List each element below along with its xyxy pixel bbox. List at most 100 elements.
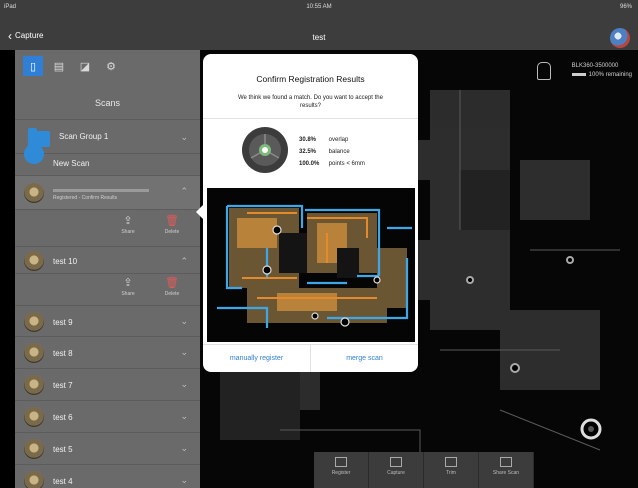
scan-row-test-6[interactable]: test 6 ⌄ [15,401,200,433]
scan-thumbnail [24,251,44,271]
chevron-up-icon: ⌃ [180,256,188,266]
stat-label: balance [328,149,350,155]
scan-row-test-4[interactable]: test 4 ⌄ [15,465,200,488]
sidebar-tabs: ▯ ▤ ◪ ⚙ [15,50,200,86]
scan-group-label: Scan Group 1 [59,132,109,141]
share-label: Share [121,291,135,297]
scan-label: test 10 [53,257,78,266]
scan-label: test 7 [53,381,73,390]
scan-thumbnail [24,439,44,459]
popover-arrow [196,205,203,219]
chevron-down-icon: ⌄ [180,316,188,326]
scan-row-test-9[interactable]: test 9 ⌄ [15,305,200,337]
trim-button[interactable]: Trim [424,452,479,488]
confirm-registration-dialog: Confirm Registration Results We think we… [203,54,418,372]
tab-scans[interactable]: ▯ [23,56,43,76]
new-scan-icon [24,144,44,164]
share-button[interactable]: ⇪ Share [111,214,145,235]
merge-scan-button[interactable]: merge scan [310,345,418,372]
scan-row-test-7[interactable]: test 7 ⌄ [15,369,200,401]
manually-register-button[interactable]: manually register [203,345,310,372]
scan-thumbnail [24,407,44,427]
scan-thumbnail [24,375,44,395]
page-title: test [312,33,326,42]
registration-stats: 30.8% overlap 32.5% balance 100.0% point… [299,134,365,170]
chevron-down-icon: ⌄ [180,132,188,142]
divider [203,118,418,119]
register-label: Register [331,470,351,476]
battery-label: 96% [619,4,632,10]
dialog-description: We think we found a match. Do you want t… [238,95,383,109]
tab-settings[interactable]: ⚙ [101,56,121,76]
sidebar-heading: Scans [15,86,200,120]
delete-button[interactable]: 🗑 Delete [155,276,189,297]
trash-icon: 🗑 [165,277,179,289]
new-scan-row[interactable]: New Scan [15,144,200,176]
gear-icon: ⚙ [106,60,116,73]
camera-icon [390,457,402,467]
capture-button[interactable]: Capture [369,452,424,488]
stat-balance: 32.5% balance [299,146,365,158]
status-bar: iPad 10:55 AM 96% [0,0,638,14]
share-button[interactable]: ⇪ Share [111,276,145,297]
scan-thumbnail [24,312,44,332]
tab-images[interactable]: ◪ [75,56,95,76]
stat-label: points < 6mm [328,161,365,167]
scan-row-test-8[interactable]: test 8 ⌄ [15,337,200,369]
share-label: Share [121,229,135,235]
scan-thumbnail [24,471,44,488]
delete-label: Delete [164,229,180,235]
delete-button[interactable]: 🗑 Delete [155,214,189,235]
dialog-title: Confirm Registration Results [256,74,365,84]
registration-gauge-icon [242,127,288,173]
delete-label: Delete [164,291,180,297]
user-avatar[interactable] [610,28,630,48]
scanner-icon: ▯ [29,60,37,73]
scan-label: test 9 [53,318,73,327]
scan-label: test 4 [53,477,73,486]
chevron-down-icon: ⌄ [180,411,188,421]
stat-overlap: 30.8% overlap [299,134,365,146]
share-scan-button[interactable]: Share Scan [479,452,534,488]
share-scan-label: Share Scan [492,470,520,476]
trash-icon: 🗑 [165,215,179,227]
scan-label: test 5 [53,445,73,454]
registration-preview-image [207,188,415,342]
register-icon [335,457,347,467]
scanner-id: BLK360-3500000 [571,63,619,69]
registration-status: Registered - Confirm Results [53,195,118,201]
scanner-remaining: 100% remaining [588,72,632,78]
scan-thumbnail [24,343,44,363]
battery-bar-icon [571,72,586,76]
stat-value: 32.5% [299,149,317,155]
scan-row-test-5[interactable]: test 5 ⌄ [15,433,200,465]
register-button[interactable]: Register [314,452,369,488]
lock-icon[interactable] [537,62,551,80]
dialog-actions: manually register merge scan [203,344,418,372]
stat-points: 100.0% points < 6mm [299,158,365,170]
registration-progress [53,189,149,192]
image-icon: ◪ [79,60,91,73]
share-icon [500,457,512,467]
scanner-info: BLK360-3500000 100% remaining [571,62,632,80]
clock-label: 10:55 AM [306,4,332,10]
chevron-down-icon: ⌄ [180,379,188,389]
trim-icon [445,457,457,467]
bottom-toolbar: Register Capture Trim Share Scan [314,452,534,488]
scan-row-registering[interactable]: Registered - Confirm Results ⌃ [15,176,200,210]
scan-label: test 8 [53,349,73,358]
trim-label: Trim [446,470,456,476]
new-scan-label: New Scan [53,159,90,168]
chevron-down-icon: ⌄ [180,475,188,485]
layers-icon: ▤ [53,60,65,73]
chevron-down-icon: ⌄ [180,443,188,453]
scan-label: test 6 [53,413,73,422]
scan-row-test-10[interactable]: test 10 ⌃ [15,246,200,274]
capture-label: Capture [387,470,405,476]
stat-value: 100.0% [299,161,320,167]
scans-sidebar: ▯ ▤ ◪ ⚙ Scans Scan Group 1 ⌄ New Scan Re… [15,50,200,488]
scan-thumbnail [24,183,44,203]
share-icon: ⇪ [123,277,133,289]
tab-views[interactable]: ▤ [49,56,69,76]
chevron-down-icon: ⌄ [180,347,188,357]
